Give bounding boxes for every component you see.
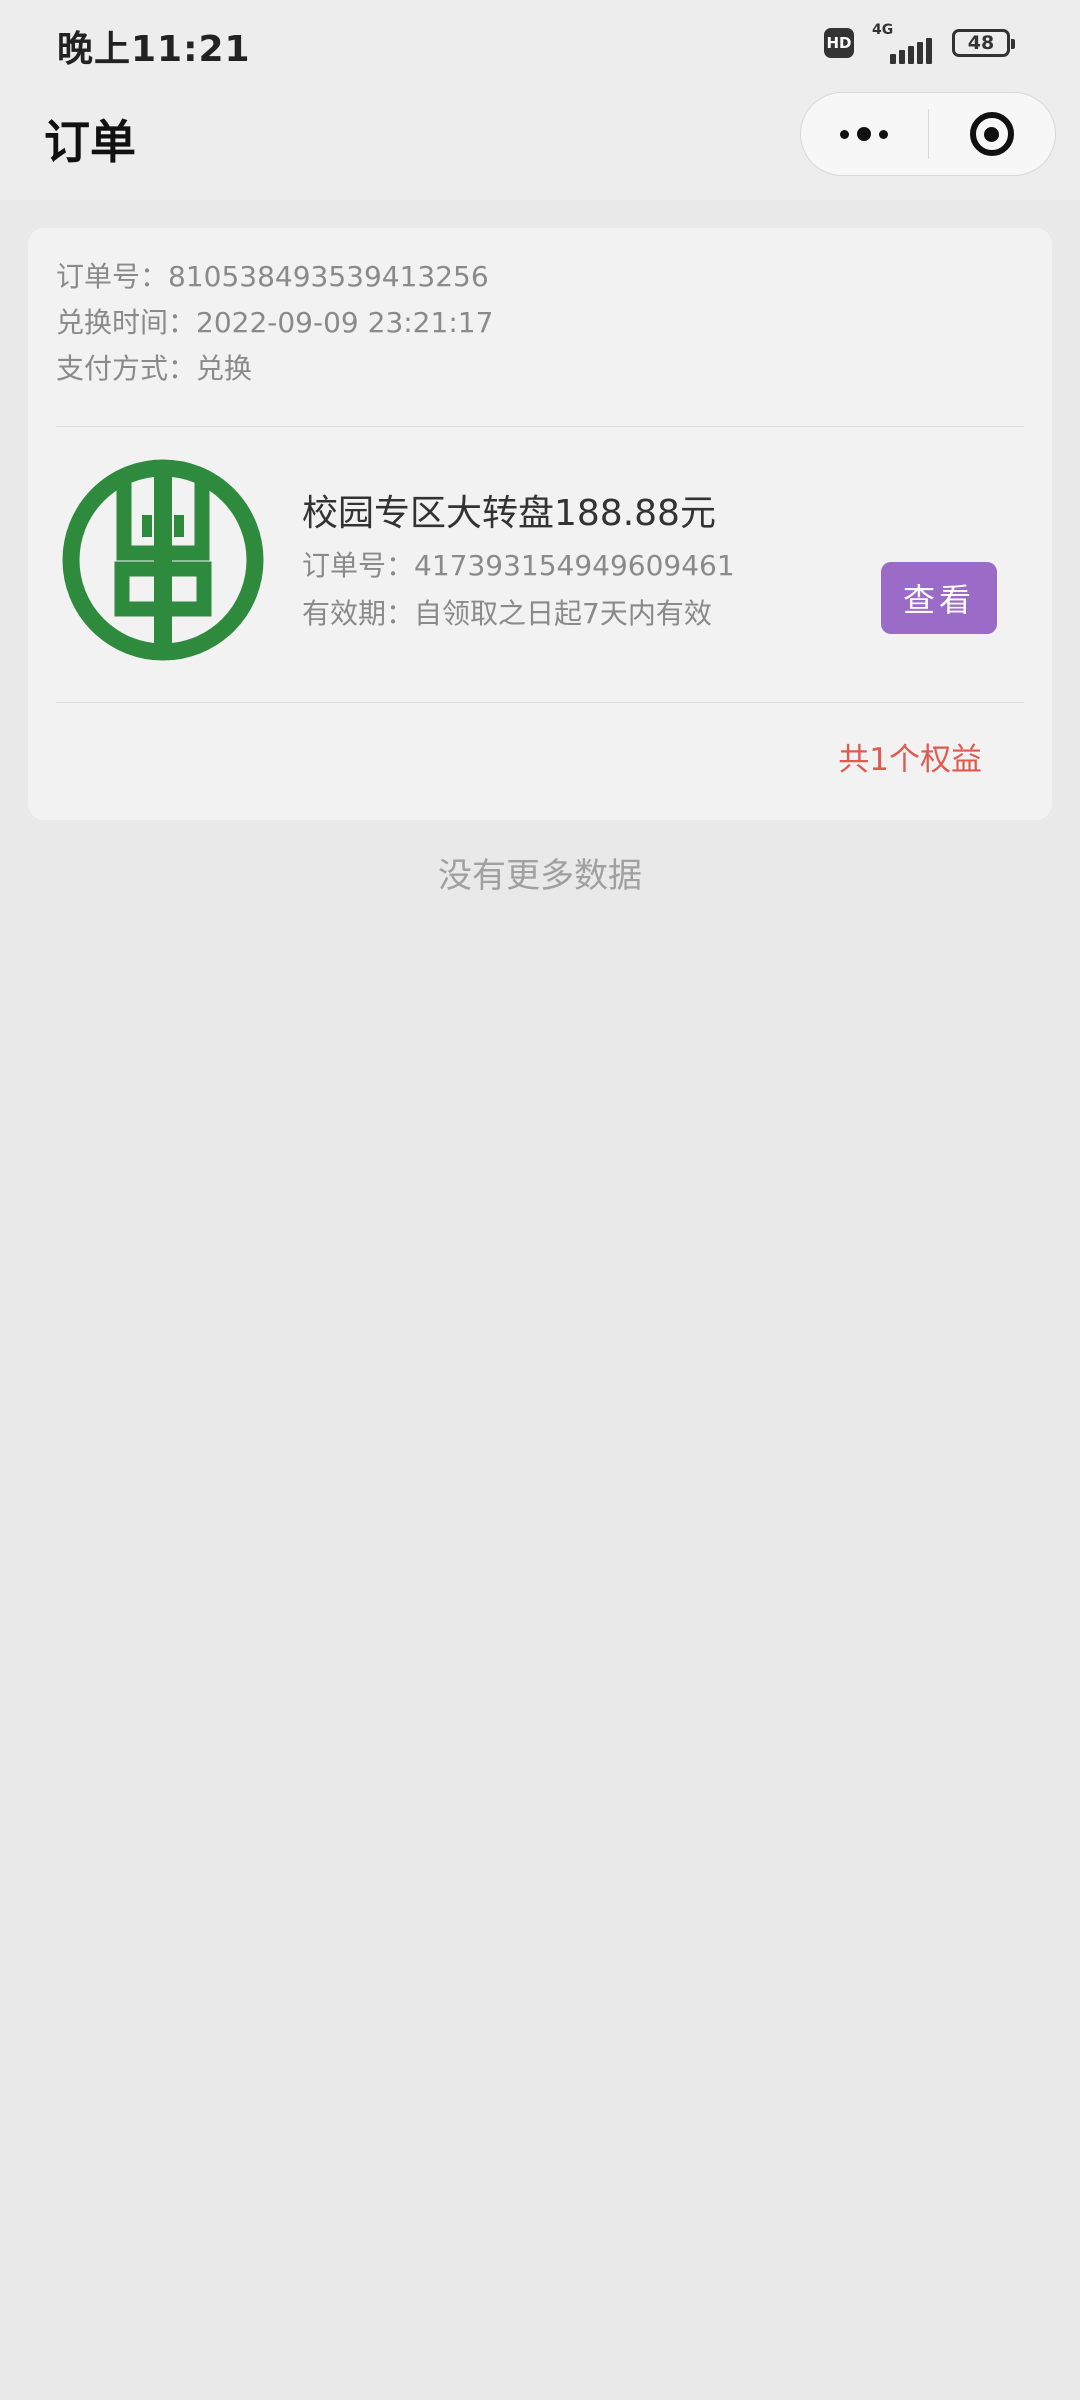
divider: [56, 702, 1024, 703]
more-button[interactable]: [801, 92, 928, 176]
status-time: 晚上11:21: [57, 29, 251, 70]
exchange-time: 兑换时间：2022-09-09 23:21:17: [56, 306, 494, 339]
status-bar: 晚上11:21 HD 4G 48: [0, 0, 1080, 84]
signal-icon: 4G: [868, 22, 938, 64]
item-title: 校园专区大转盘188.88元: [302, 493, 716, 534]
close-icon: [969, 112, 1014, 156]
divider: [56, 426, 1024, 427]
order-card[interactable]: 订单号：810538493539413256 兑换时间：2022-09-09 2…: [28, 228, 1052, 820]
page-title: 订单: [44, 115, 136, 169]
benefit-count: 共1个权益: [838, 742, 982, 778]
battery-icon: 48: [952, 29, 1015, 57]
status-indicators: HD 4G 48: [824, 22, 1015, 64]
close-button[interactable]: [929, 92, 1056, 176]
order-number: 订单号：810538493539413256: [56, 260, 489, 293]
order-meta: 订单号：810538493539413256 兑换时间：2022-09-09 2…: [56, 254, 493, 392]
hd-icon: HD: [824, 28, 854, 58]
no-more-data-text: 没有更多数据: [438, 856, 642, 896]
item-validity: 有效期：自领取之日起7天内有效: [302, 597, 712, 630]
item-info: 校园专区大转盘188.88元 订单号：417393154949609461 有效…: [302, 486, 735, 638]
item-order-number: 订单号：417393154949609461: [302, 549, 735, 582]
view-button[interactable]: 查看: [881, 562, 997, 634]
nav-bar: 订单: [0, 84, 1080, 200]
bank-logo-icon: [62, 459, 264, 661]
battery-level: 48: [967, 32, 995, 54]
network-type: 4G: [872, 22, 894, 38]
signal-bars-icon: [890, 38, 932, 64]
mini-program-capsule: [800, 92, 1056, 176]
more-icon: [840, 127, 889, 141]
payment-method: 支付方式：兑换: [56, 352, 253, 385]
